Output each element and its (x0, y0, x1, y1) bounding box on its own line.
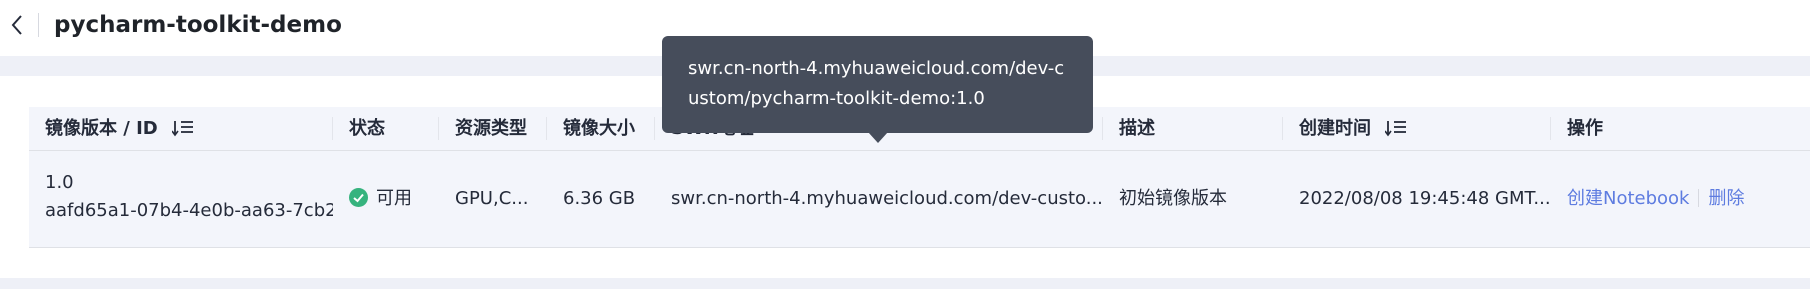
image-id-text: aafd65a1-07b4-4e0b-aa63-7cb2ac (45, 200, 333, 221)
column-header-resource-type: 资源类型 (439, 107, 547, 150)
chevron-left-icon[interactable] (4, 10, 30, 40)
column-label: 操作 (1567, 118, 1603, 139)
version-text: 1.0 (45, 172, 74, 193)
cell-description: 初始镜像版本 (1119, 188, 1227, 209)
page-title: pycharm-toolkit-demo (54, 12, 342, 38)
column-header-status: 状态 (333, 107, 439, 150)
column-header-version-id[interactable]: 镜像版本 / ID (29, 107, 333, 150)
cell-swr-address[interactable]: swr.cn-north-4.myhuaweicloud.com/dev-cus… (655, 151, 1103, 246)
delete-link[interactable]: 删除 (1708, 188, 1744, 209)
column-label: 状态 (349, 118, 385, 139)
column-header-description: 描述 (1103, 107, 1283, 150)
sort-icon[interactable] (1385, 119, 1407, 137)
cell-resource-type: GPU,C... (455, 188, 529, 209)
cell-actions: 创建Notebook 删除 (1551, 151, 1810, 246)
cell-image-size: 6.36 GB (563, 188, 636, 209)
cell-version-id: 1.0 aafd65a1-07b4-4e0b-aa63-7cb2ac (29, 151, 333, 246)
action-divider (1698, 188, 1700, 207)
swr-address-tooltip: swr.cn-north-4.myhuaweicloud.com/dev-cus… (662, 36, 1093, 133)
column-label: 镜像版本 / ID (45, 118, 158, 139)
column-header-image-size: 镜像大小 (547, 107, 655, 150)
create-notebook-link[interactable]: 创建Notebook (1567, 188, 1689, 209)
tooltip-arrow (868, 132, 888, 143)
column-label: 描述 (1119, 118, 1155, 139)
column-header-actions: 操作 (1551, 107, 1810, 150)
column-label: 创建时间 (1299, 118, 1371, 139)
column-header-created-time[interactable]: 创建时间 (1283, 107, 1551, 150)
column-label: 资源类型 (455, 118, 527, 139)
check-circle-icon (349, 187, 368, 207)
sort-icon[interactable] (172, 119, 194, 137)
cell-created-time: 2022/08/08 19:45:48 GMT... (1299, 188, 1551, 209)
column-label: 镜像大小 (563, 118, 635, 139)
title-divider (38, 13, 39, 37)
tooltip-text: swr.cn-north-4.myhuaweicloud.com/dev-cus… (688, 58, 1065, 109)
status-text: 可用 (376, 188, 412, 209)
cell-status: 可用 (333, 151, 439, 246)
